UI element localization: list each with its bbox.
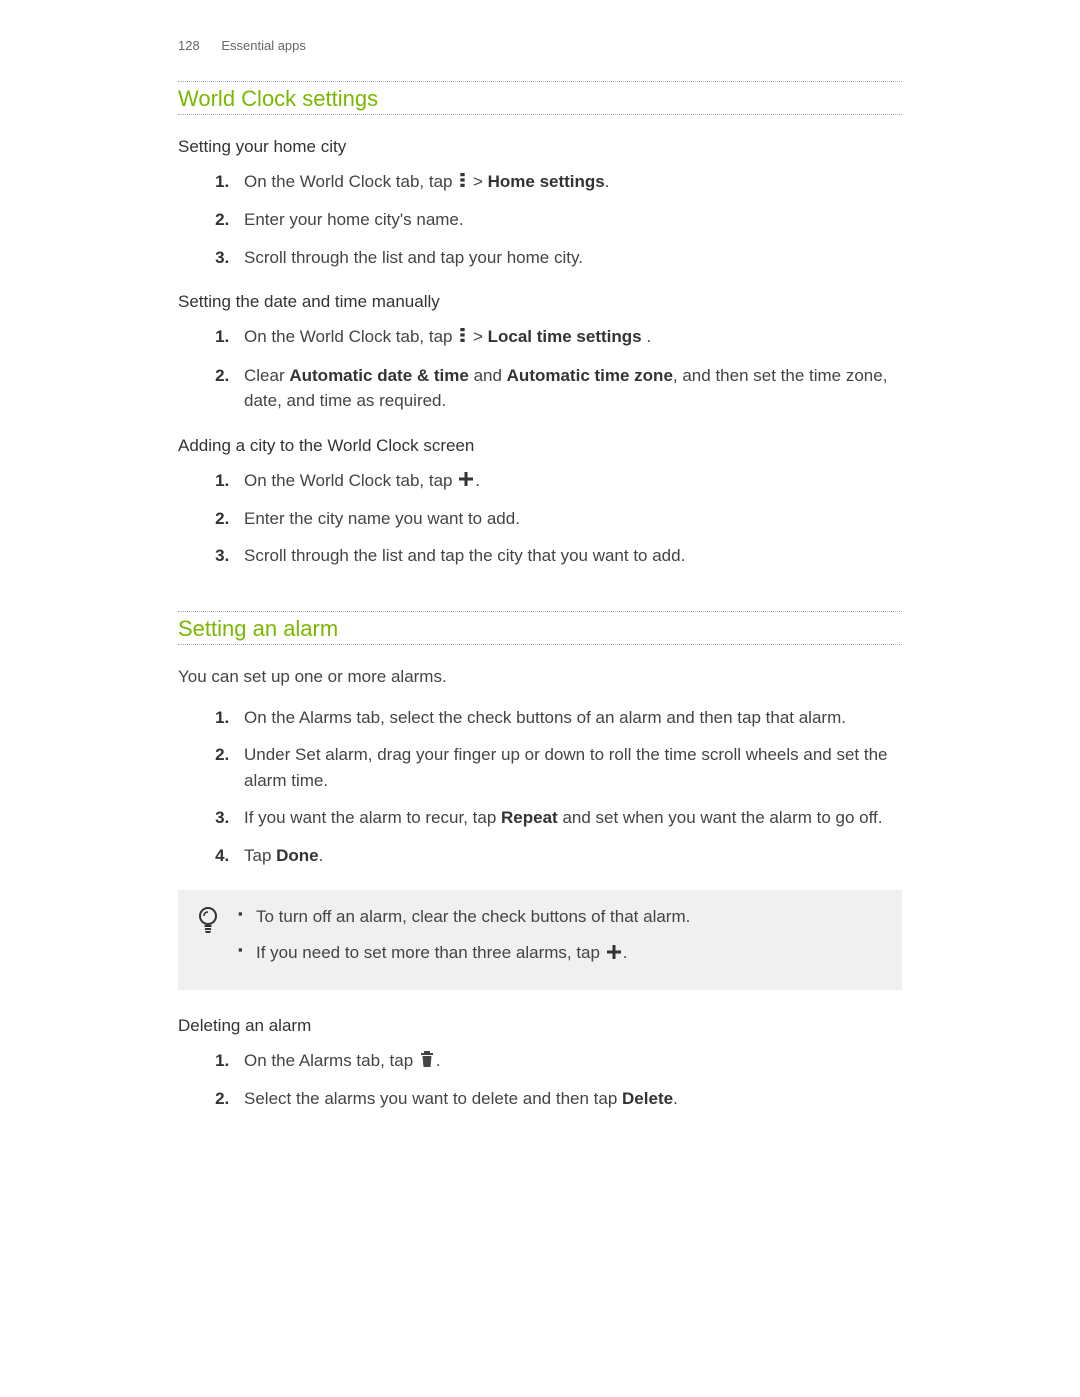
steps-home-city: On the World Clock tab, tap > Home setti… <box>234 169 902 270</box>
menu-icon <box>459 325 466 351</box>
page-container: 128 Essential apps World Clock settings … <box>0 0 1080 1112</box>
step-item: Clear Automatic date & time and Automati… <box>234 363 902 414</box>
subheading-delete-alarm: Deleting an alarm <box>178 1016 902 1036</box>
page-number: 128 <box>178 38 200 53</box>
tip-item: To turn off an alarm, clear the check bu… <box>238 904 884 930</box>
step-item: On the World Clock tab, tap > Home setti… <box>234 169 902 195</box>
step-item: Scroll through the list and tap your hom… <box>234 245 902 271</box>
section-title-world-clock: World Clock settings <box>178 81 902 115</box>
tip-content: To turn off an alarm, clear the check bu… <box>238 904 884 976</box>
page-header: 128 Essential apps <box>178 38 902 53</box>
plus-icon <box>607 941 621 967</box>
subheading-date-time: Setting the date and time manually <box>178 292 902 312</box>
step-item: On the Alarms tab, tap . <box>234 1048 902 1074</box>
step-item: Enter your home city's name. <box>234 207 902 233</box>
plus-icon <box>459 468 473 494</box>
step-item: Enter the city name you want to add. <box>234 506 902 532</box>
steps-add-city: On the World Clock tab, tap . Enter the … <box>234 468 902 569</box>
section-title-alarm: Setting an alarm <box>178 611 902 645</box>
subheading-add-city: Adding a city to the World Clock screen <box>178 436 902 456</box>
tip-item: If you need to set more than three alarm… <box>238 940 884 966</box>
step-item: On the World Clock tab, tap > Local time… <box>234 324 902 350</box>
trash-icon <box>420 1049 434 1075</box>
steps-alarm: On the Alarms tab, select the check butt… <box>234 705 902 869</box>
tip-box: To turn off an alarm, clear the check bu… <box>178 890 902 990</box>
step-item: Scroll through the list and tap the city… <box>234 543 902 569</box>
step-item: Under Set alarm, drag your finger up or … <box>234 742 902 793</box>
subheading-home-city: Setting your home city <box>178 137 902 157</box>
step-item: On the Alarms tab, select the check butt… <box>234 705 902 731</box>
chapter-name: Essential apps <box>221 38 306 53</box>
lightbulb-icon <box>196 906 230 939</box>
step-item: Select the alarms you want to delete and… <box>234 1086 902 1112</box>
menu-icon <box>459 170 466 196</box>
step-item: If you want the alarm to recur, tap Repe… <box>234 805 902 831</box>
step-item: Tap Done. <box>234 843 902 869</box>
steps-date-time: On the World Clock tab, tap > Local time… <box>234 324 902 413</box>
intro-text: You can set up one or more alarms. <box>178 667 902 687</box>
step-item: On the World Clock tab, tap . <box>234 468 902 494</box>
steps-delete-alarm: On the Alarms tab, tap . Select the alar… <box>234 1048 902 1112</box>
